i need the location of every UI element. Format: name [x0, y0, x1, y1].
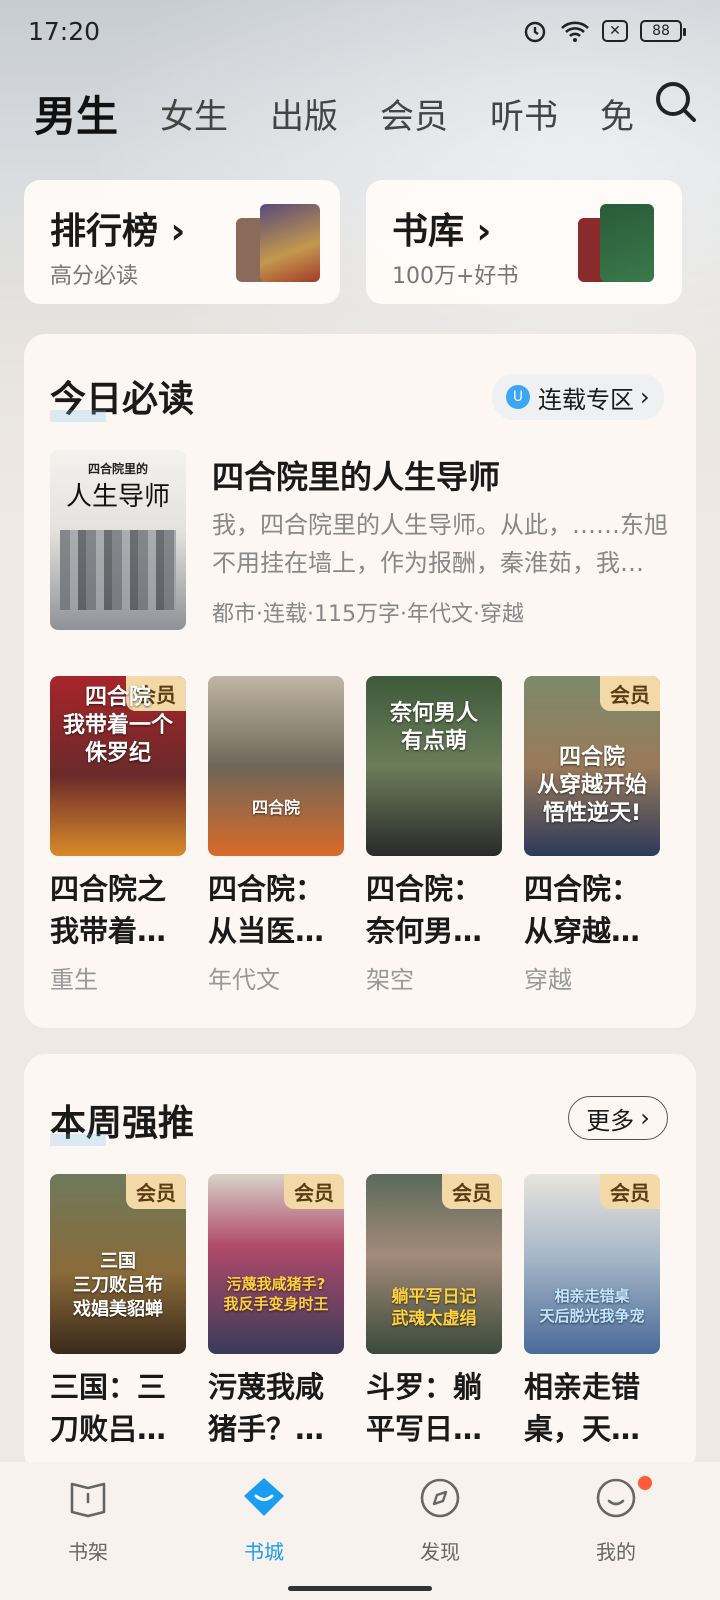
library-sub: 100万+好书: [392, 264, 519, 289]
vip-badge: 会员: [600, 676, 660, 711]
book-name: 相亲走错桌，天…: [524, 1370, 641, 1446]
book-name: 四合院：从当医…: [208, 872, 325, 948]
vip-badge: 会员: [442, 1174, 502, 1209]
book-tag: 架空: [366, 966, 414, 994]
sim-off-icon: ✕: [602, 20, 628, 42]
book-cover: 会员 四合院 从穿越开始 悟性逆天!: [524, 676, 660, 856]
book-cover: 四合院: [208, 676, 344, 856]
tab-male[interactable]: 男生: [34, 83, 118, 144]
bottom-nav: 书架 书城 发现 我的: [0, 1462, 720, 1600]
book-tag: 重生: [50, 966, 98, 994]
cover-text: 相亲走错桌 天后脱光我争宠: [539, 1287, 645, 1325]
serial-zone-button[interactable]: U 连载专区 ›: [492, 374, 664, 420]
ranking-card[interactable]: 排行榜 › 高分必读: [24, 180, 340, 304]
channel-tabs: 男生 女生 出版 会员 听书 免: [34, 78, 674, 148]
nav-discover[interactable]: 发现: [390, 1476, 490, 1565]
cover-text: 四合院 我带着一个 侏罗纪: [62, 685, 173, 766]
nav-profile-label: 我的: [596, 1540, 636, 1564]
book-card[interactable]: 会员 污蔑我咸猪手? 我反手变身时王 污蔑我咸猪手？…: [208, 1174, 344, 1450]
nav-bookstore[interactable]: 书城: [214, 1476, 314, 1565]
cover-text: 四合院 从穿越开始 悟性逆天!: [536, 745, 647, 826]
cover-text: 奈何男人 有点萌: [389, 701, 478, 754]
featured-cover[interactable]: 四合院里的 人生导师: [50, 450, 186, 630]
nav-profile[interactable]: 我的: [566, 1476, 666, 1565]
nav-bookshelf-label: 书架: [68, 1540, 108, 1564]
tab-female[interactable]: 女生: [160, 89, 228, 138]
serial-zone-label: 连载专区: [538, 385, 634, 414]
book-name: 三国：三刀败吕…: [50, 1370, 167, 1446]
book-card[interactable]: 会员 躺平写日记 武魂太虚绢 斗罗：躺平写日…: [366, 1174, 502, 1450]
vip-badge: 会员: [600, 1174, 660, 1209]
ranking-title: 排行榜 ›: [50, 211, 186, 252]
book-name: 四合院之我带着…: [50, 872, 167, 948]
weekly-title: 本周强推: [50, 1094, 194, 1146]
today-title: 今日必读: [50, 370, 194, 422]
status-bar: 17:20 ✕ 88: [0, 0, 720, 62]
nav-discover-label: 发现: [420, 1540, 460, 1564]
tab-member[interactable]: 会员: [380, 89, 448, 138]
book-card[interactable]: 奈何男人 有点萌 四合院：奈何男… 架空: [366, 676, 502, 995]
featured-cover-small: 四合院里的: [87, 462, 148, 476]
weekly-panel: 本周强推 更多 › 会员 三国 三刀败吕布 戏娼美貂蝉 三国：三刀败吕… 会员 污…: [24, 1054, 696, 1474]
book-card[interactable]: 会员 相亲走错桌 天后脱光我争宠 相亲走错桌，天…: [524, 1174, 660, 1450]
cover-text: 三国 三刀败吕布 戏娼美貂蝉: [73, 1251, 163, 1320]
smiley-icon: [596, 1478, 636, 1518]
featured-cover-big: 人生导师: [65, 482, 170, 512]
bookstore-icon: [244, 1478, 284, 1516]
status-time: 17:20: [28, 16, 101, 46]
book-card[interactable]: 会员 四合院 从穿越开始 悟性逆天! 四合院：从穿越… 穿越: [524, 676, 660, 995]
book-cover: 奈何男人 有点萌: [366, 676, 502, 856]
ranking-sub: 高分必读: [50, 264, 139, 289]
vip-badge: 会员: [126, 1174, 186, 1209]
today-panel: 今日必读 U 连载专区 › 四合院里的 人生导师 四合院里的人生导师 我，四合院里…: [24, 334, 696, 1028]
featured-cover-city: [60, 530, 176, 610]
book-cover: 会员 污蔑我咸猪手? 我反手变身时王: [208, 1174, 344, 1354]
book-cover: 会员 四合院 我带着一个 侏罗纪: [50, 676, 186, 856]
alarm-icon: [524, 21, 546, 43]
cover-text: 污蔑我咸猪手? 我反手变身时王: [223, 1275, 329, 1313]
more-button[interactable]: 更多 ›: [568, 1096, 668, 1140]
wifi-icon: [561, 21, 589, 42]
nav-bookstore-label: 书城: [244, 1540, 284, 1564]
serial-zone-icon: U: [506, 385, 530, 409]
library-cover-front: [600, 204, 654, 282]
featured-title[interactable]: 四合院里的人生导师: [212, 452, 500, 498]
book-card[interactable]: 会员 四合院 我带着一个 侏罗纪 四合院之我带着… 重生: [50, 676, 186, 995]
notification-dot: [638, 1476, 652, 1490]
vip-badge: 会员: [284, 1174, 344, 1209]
featured-desc: 我，四合院里的人生导师。从此，……东旭不用挂在墙上，作为报酬，秦淮茹，我…: [212, 511, 668, 577]
library-card[interactable]: 书库 › 100万+好书: [366, 180, 682, 304]
nav-bookshelf[interactable]: 书架: [38, 1476, 138, 1565]
compass-icon: [420, 1478, 460, 1518]
book-card[interactable]: 会员 三国 三刀败吕布 戏娼美貂蝉 三国：三刀败吕…: [50, 1174, 186, 1450]
search-icon[interactable]: [652, 78, 700, 126]
book-name: 四合院：奈何男…: [366, 872, 483, 948]
book-cover: 会员 三国 三刀败吕布 戏娼美貂蝉: [50, 1174, 186, 1354]
book-name: 污蔑我咸猪手？…: [208, 1370, 325, 1446]
more-label: 更多: [586, 1106, 635, 1135]
book-name: 斗罗：躺平写日…: [366, 1370, 483, 1446]
book-name: 四合院：从穿越…: [524, 872, 641, 948]
bookshelf-icon: [70, 1482, 106, 1518]
featured-meta: 都市·连载·115万字·年代文·穿越: [212, 602, 524, 627]
tab-publish[interactable]: 出版: [270, 89, 338, 138]
book-cover: 会员 相亲走错桌 天后脱光我争宠: [524, 1174, 660, 1354]
home-indicator[interactable]: [288, 1586, 432, 1591]
status-icons: ✕ 88: [522, 18, 686, 44]
tab-audio[interactable]: 听书: [490, 89, 558, 138]
tab-free[interactable]: 免: [600, 89, 634, 138]
cover-text: 躺平写日记 武魂太虚绢: [391, 1287, 477, 1329]
library-title: 书库 ›: [392, 211, 492, 252]
book-tag: 穿越: [524, 966, 572, 994]
ranking-cover-front: [260, 204, 320, 282]
book-tag: 年代文: [208, 966, 280, 994]
book-card[interactable]: 四合院 四合院：从当医… 年代文: [208, 676, 344, 995]
cover-text: 四合院: [251, 798, 300, 817]
battery-icon: 88: [640, 20, 686, 42]
book-cover: 会员 躺平写日记 武魂太虚绢: [366, 1174, 502, 1354]
